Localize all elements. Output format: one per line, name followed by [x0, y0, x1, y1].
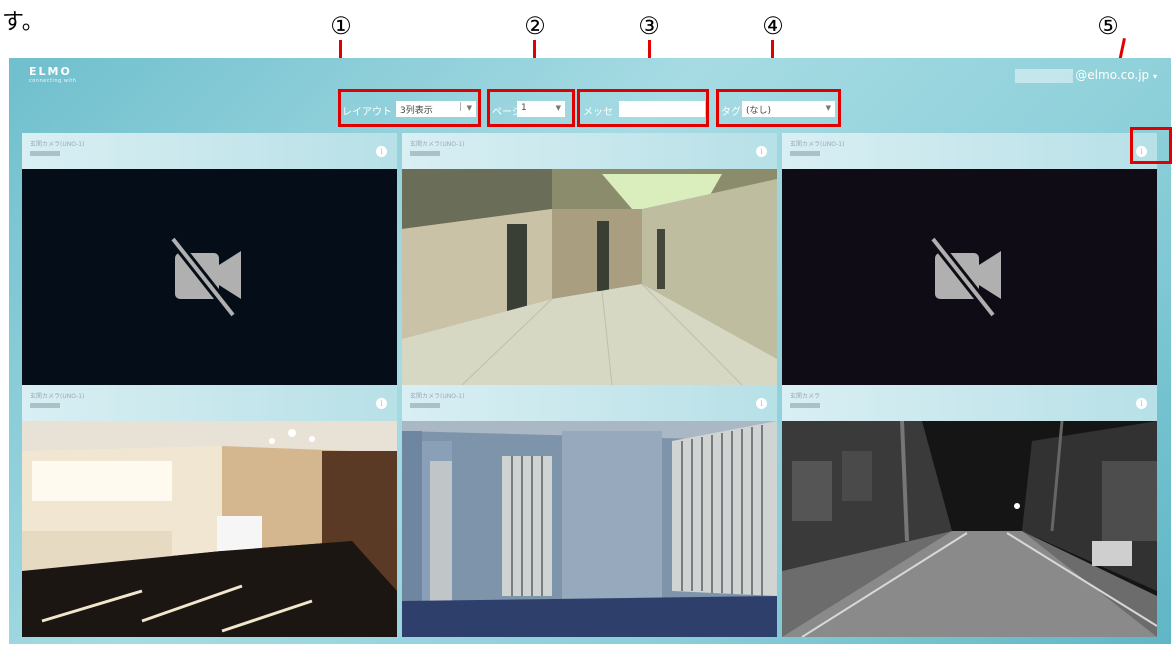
camera-subtitle-redacted	[410, 151, 440, 156]
user-name-redacted	[1015, 68, 1074, 83]
camera-tile-3[interactable]: 玄関カメラ(UNO-1) i	[782, 133, 1157, 385]
street-image	[782, 421, 1157, 637]
camera-tile-6[interactable]: 玄関カメラ i	[782, 385, 1157, 637]
document-text: す。	[2, 10, 44, 35]
info-icon[interactable]: i	[756, 398, 767, 409]
camera-subtitle-redacted	[30, 151, 60, 156]
user-menu[interactable]: @elmo.co.jp ▾	[1015, 68, 1157, 83]
camera-tile-4[interactable]: 玄関カメラ(UNO-1) i	[22, 385, 397, 637]
chevron-down-icon: ▾	[1152, 72, 1157, 81]
callout-box-layout	[338, 89, 481, 127]
callout-box-page	[487, 89, 575, 127]
callout-3: ③	[638, 12, 660, 40]
info-icon[interactable]: i	[376, 398, 387, 409]
camera-name: 玄関カメラ(UNO-1)	[790, 141, 845, 148]
callout-4: ④	[762, 12, 784, 40]
camera-subtitle-redacted	[410, 403, 440, 408]
camera-header: 玄関カメラ(UNO-1) i	[22, 133, 397, 169]
camera-name: 玄関カメラ(UNO-1)	[30, 393, 85, 400]
camera-header: 玄関カメラ i	[782, 385, 1157, 421]
callout-box-memo	[577, 89, 709, 127]
camera-view[interactable]	[22, 421, 397, 637]
callout-box-info	[1130, 127, 1172, 164]
camera-name: 玄関カメラ(UNO-1)	[410, 393, 465, 400]
camera-view[interactable]	[402, 169, 777, 385]
callout-2: ②	[524, 12, 546, 40]
camera-view[interactable]	[782, 169, 1157, 385]
camera-view[interactable]	[402, 421, 777, 637]
camera-tile-5[interactable]: 玄関カメラ(UNO-1) i	[402, 385, 777, 637]
camera-name: 玄関カメラ(UNO-1)	[30, 141, 85, 148]
camera-subtitle-redacted	[30, 403, 60, 408]
camera-tile-1[interactable]: 玄関カメラ(UNO-1) i	[22, 133, 397, 385]
callout-5: ⑤	[1097, 12, 1119, 40]
camera-header: 玄関カメラ(UNO-1) i	[402, 385, 777, 421]
camera-header: 玄関カメラ(UNO-1) i	[782, 133, 1157, 169]
camera-header: 玄関カメラ(UNO-1) i	[22, 385, 397, 421]
camera-name: 玄関カメラ	[790, 393, 821, 400]
camera-off-icon	[169, 235, 241, 319]
camera-view[interactable]	[782, 421, 1157, 637]
callout-box-tag	[716, 89, 841, 127]
corridor-image	[402, 169, 777, 385]
info-icon[interactable]: i	[1136, 398, 1147, 409]
info-icon[interactable]: i	[376, 146, 387, 157]
camera-off-icon	[929, 235, 1001, 319]
camera-subtitle-redacted	[790, 151, 820, 156]
camera-tile-2[interactable]: 玄関カメラ(UNO-1) i	[402, 133, 777, 385]
camera-header: 玄関カメラ(UNO-1) i	[402, 133, 777, 169]
camera-name: 玄関カメラ(UNO-1)	[410, 141, 465, 148]
camera-subtitle-redacted	[790, 403, 820, 408]
callout-1: ①	[330, 12, 352, 40]
info-icon[interactable]: i	[756, 146, 767, 157]
camera-view[interactable]	[22, 169, 397, 385]
user-email: @elmo.co.jp	[1075, 68, 1150, 82]
camera-viewer-app: ELMO connecting with @elmo.co.jp ▾ レイアウト…	[9, 58, 1171, 644]
lobby-image	[22, 421, 397, 637]
elevators-image	[402, 421, 777, 637]
elmo-logo: ELMO connecting with	[29, 65, 77, 84]
